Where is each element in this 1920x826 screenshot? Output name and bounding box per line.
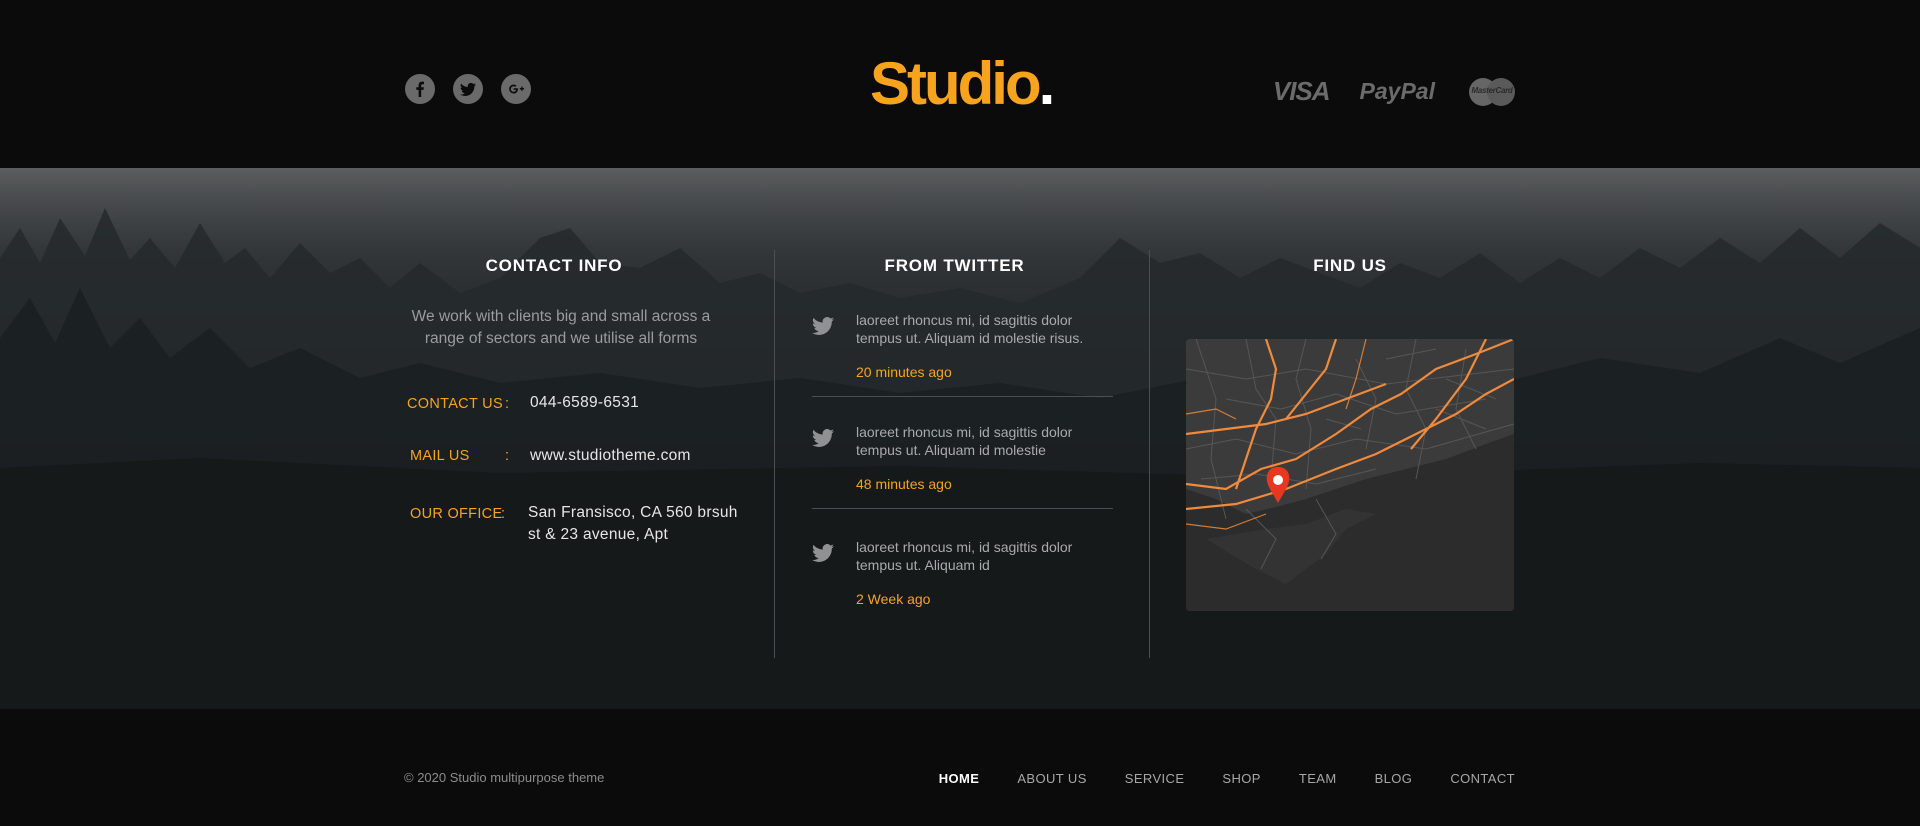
twitter-icon[interactable] [453, 74, 483, 104]
tweet-text: laoreet rhoncus mi, id sagittis dolor te… [856, 539, 1073, 573]
paypal-logo: PayPal [1359, 78, 1435, 104]
nav-shop[interactable]: SHOP [1222, 771, 1260, 786]
map-graphic [1186, 339, 1514, 611]
twitter-bird-icon [812, 317, 834, 335]
studio-logo[interactable]: Studio. [870, 50, 1056, 117]
our-office-colon: : [501, 506, 506, 522]
mail-us-colon: : [505, 448, 510, 464]
our-office-label: OUR OFFICE [410, 506, 503, 522]
tweet-text: laoreet rhoncus mi, id sagittis dolor te… [856, 424, 1073, 458]
twitter-bird-icon [812, 544, 834, 562]
contact-phone[interactable]: 044-6589-6531 [530, 392, 639, 414]
nav-about-us[interactable]: ABOUT US [1017, 771, 1086, 786]
divider-left [774, 250, 775, 658]
mail-us-label: MAIL US [410, 448, 470, 464]
top-bar: Studio. VISA PayPal MasterCard [0, 0, 1920, 168]
tweet-time[interactable]: 2 Week ago [856, 591, 930, 607]
contact-intro-text: We work with clients big and small acros… [411, 308, 711, 347]
google-plus-icon[interactable] [501, 74, 531, 104]
nav-home[interactable]: HOME [939, 771, 980, 786]
payment-methods: VISA PayPal MasterCard [1273, 76, 1515, 107]
nav-contact[interactable]: CONTACT [1450, 771, 1515, 786]
logo-text: Studio [870, 50, 1042, 117]
contact-info-title: CONTACT INFO [485, 256, 623, 275]
contact-us-label: CONTACT US [407, 396, 503, 412]
footer-nav: HOME ABOUT US SERVICE SHOP TEAM BLOG CON… [939, 771, 1515, 786]
tweet-item: laoreet rhoncus mi, id sagittis dolor te… [812, 538, 1112, 628]
copyright-text: © 2020 Studio multipurpose theme [404, 770, 605, 785]
nav-blog[interactable]: BLOG [1375, 771, 1413, 786]
tweet-text: laoreet rhoncus mi, id sagittis dolor te… [856, 312, 1084, 346]
mastercard-logo: MasterCard [1469, 77, 1515, 106]
mastercard-text: MasterCard [1471, 85, 1513, 95]
from-twitter-title: FROM TWITTER [884, 256, 1025, 275]
contact-us-colon: : [505, 396, 510, 412]
contact-address: San Fransisco, CA 560 brsuh st & 23 aven… [528, 504, 738, 543]
divider-right [1149, 250, 1150, 658]
location-map[interactable] [1186, 339, 1514, 611]
visa-logo: VISA [1272, 76, 1331, 106]
tweet-item: laoreet rhoncus mi, id sagittis dolor te… [812, 311, 1112, 401]
footer-widgets: CONTACT INFO We work with clients big an… [0, 168, 1920, 709]
nav-team[interactable]: TEAM [1299, 771, 1337, 786]
nav-service[interactable]: SERVICE [1125, 771, 1185, 786]
tweet-separator [812, 396, 1113, 397]
footer-bar: © 2020 Studio multipurpose theme HOME AB… [0, 709, 1920, 826]
find-us-title: FIND US [1313, 256, 1387, 275]
tweet-separator [812, 508, 1113, 509]
tweet-time[interactable]: 20 minutes ago [856, 364, 952, 380]
tweet-time[interactable]: 48 minutes ago [856, 476, 952, 492]
logo-dot: . [1038, 50, 1056, 117]
tweet-item: laoreet rhoncus mi, id sagittis dolor te… [812, 423, 1112, 513]
twitter-bird-icon [812, 429, 834, 447]
contact-website[interactable]: www.studiotheme.com [530, 445, 691, 467]
facebook-icon[interactable] [405, 74, 435, 104]
social-links [405, 74, 531, 104]
